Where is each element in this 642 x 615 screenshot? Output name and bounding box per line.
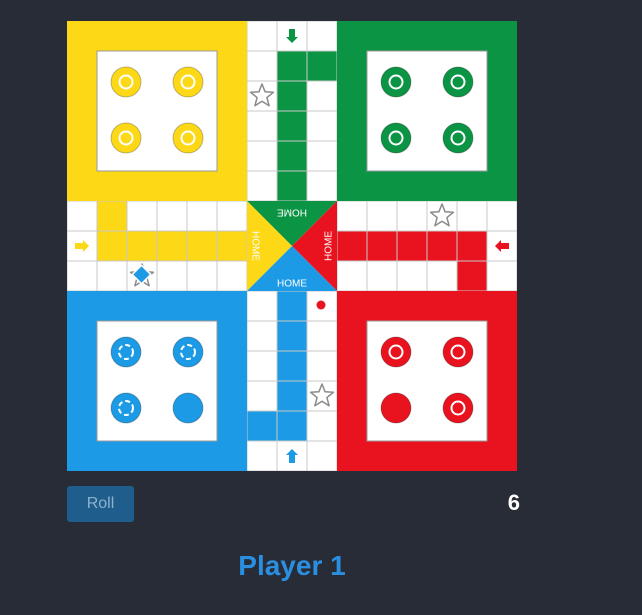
track-cell bbox=[186, 200, 218, 232]
yellow-token bbox=[172, 66, 204, 98]
home-column-cell bbox=[456, 230, 488, 262]
home-column-cell bbox=[276, 380, 308, 412]
blue-home-label: HOME bbox=[277, 279, 307, 290]
green-token bbox=[442, 66, 474, 98]
green-home-label: HOME bbox=[277, 206, 307, 217]
blue-yard-inner bbox=[96, 320, 218, 442]
track-cell bbox=[126, 200, 158, 232]
green-yard-inner bbox=[366, 50, 488, 172]
track-cell bbox=[456, 200, 488, 232]
green-token bbox=[380, 66, 412, 98]
track-cell bbox=[67, 260, 98, 292]
track-cell bbox=[246, 380, 278, 412]
home-column-cell bbox=[276, 170, 308, 202]
track-cell bbox=[306, 170, 338, 202]
track-cell bbox=[336, 200, 368, 232]
yellow-yard-inner bbox=[96, 50, 218, 172]
track-cell bbox=[306, 140, 338, 172]
red-token bbox=[380, 336, 412, 368]
track-cell bbox=[366, 200, 398, 232]
track-cell bbox=[246, 110, 278, 142]
blue-token bbox=[110, 392, 142, 424]
home-column-cell bbox=[126, 230, 158, 262]
red-token bbox=[442, 336, 474, 368]
yellow-token bbox=[172, 122, 204, 154]
home-column-cell bbox=[276, 140, 308, 172]
track-cell bbox=[156, 200, 188, 232]
track-cell bbox=[306, 320, 338, 352]
track-cell bbox=[306, 410, 338, 442]
red-yard-inner bbox=[366, 320, 488, 442]
home-column-cell bbox=[96, 230, 128, 262]
track-cell bbox=[186, 260, 218, 292]
ludo-board[interactable]: HOME HOME HOME HOME bbox=[67, 21, 517, 471]
track-cell bbox=[246, 21, 278, 52]
track-cell bbox=[246, 440, 278, 471]
home-column-cell bbox=[276, 80, 308, 112]
track-cell bbox=[426, 260, 458, 292]
track-cell bbox=[246, 50, 278, 82]
red-token bbox=[380, 392, 412, 424]
track-cell bbox=[67, 200, 98, 232]
home-column-cell bbox=[366, 230, 398, 262]
home-column-cell bbox=[306, 50, 338, 82]
dice-value: 6 bbox=[507, 490, 520, 515]
blue-token bbox=[110, 336, 142, 368]
track-cell bbox=[396, 200, 428, 232]
home-column-cell bbox=[96, 200, 128, 232]
track-cell bbox=[246, 140, 278, 172]
green-token bbox=[442, 122, 474, 154]
home-column-cell bbox=[156, 230, 188, 262]
board-graphic: HOME HOME HOME HOME bbox=[67, 21, 517, 471]
red-token bbox=[442, 392, 474, 424]
home-column-cell bbox=[216, 230, 248, 262]
track-cell bbox=[306, 350, 338, 382]
home-column-cell bbox=[456, 260, 488, 292]
track-cell bbox=[306, 440, 338, 471]
track-cell bbox=[486, 200, 517, 232]
home-column-cell bbox=[426, 230, 458, 262]
track-cell bbox=[306, 21, 338, 52]
roll-button[interactable]: Roll bbox=[67, 486, 134, 522]
home-column-cell bbox=[336, 230, 368, 262]
yellow-token bbox=[110, 122, 142, 154]
track-cell bbox=[246, 170, 278, 202]
track-cell bbox=[96, 260, 128, 292]
home-column-cell bbox=[276, 350, 308, 382]
home-column-cell bbox=[396, 230, 428, 262]
home-column-cell bbox=[246, 410, 278, 442]
home-column-cell bbox=[186, 230, 218, 262]
home-column-cell bbox=[276, 290, 308, 322]
track-cell bbox=[216, 260, 248, 292]
track-cell bbox=[396, 260, 428, 292]
home-column-cell bbox=[276, 320, 308, 352]
current-player-label: Player 1 bbox=[238, 550, 346, 581]
red-piece-on-track bbox=[316, 300, 326, 310]
home-column-cell bbox=[276, 110, 308, 142]
blue-token bbox=[172, 336, 204, 368]
track-cell bbox=[336, 260, 368, 292]
blue-token bbox=[172, 392, 204, 424]
track-cell bbox=[486, 260, 517, 292]
red-home-label: HOME bbox=[324, 231, 335, 261]
track-cell bbox=[366, 260, 398, 292]
home-column-cell bbox=[276, 410, 308, 442]
track-cell bbox=[156, 260, 188, 292]
track-cell bbox=[246, 320, 278, 352]
yellow-token bbox=[110, 66, 142, 98]
track-cell bbox=[306, 80, 338, 112]
green-token bbox=[380, 122, 412, 154]
home-column-cell bbox=[276, 50, 308, 82]
yellow-home-label: HOME bbox=[249, 231, 260, 261]
track-cell bbox=[216, 200, 248, 232]
track-cell bbox=[246, 350, 278, 382]
track-cell bbox=[246, 290, 278, 322]
track-cell bbox=[306, 110, 338, 142]
